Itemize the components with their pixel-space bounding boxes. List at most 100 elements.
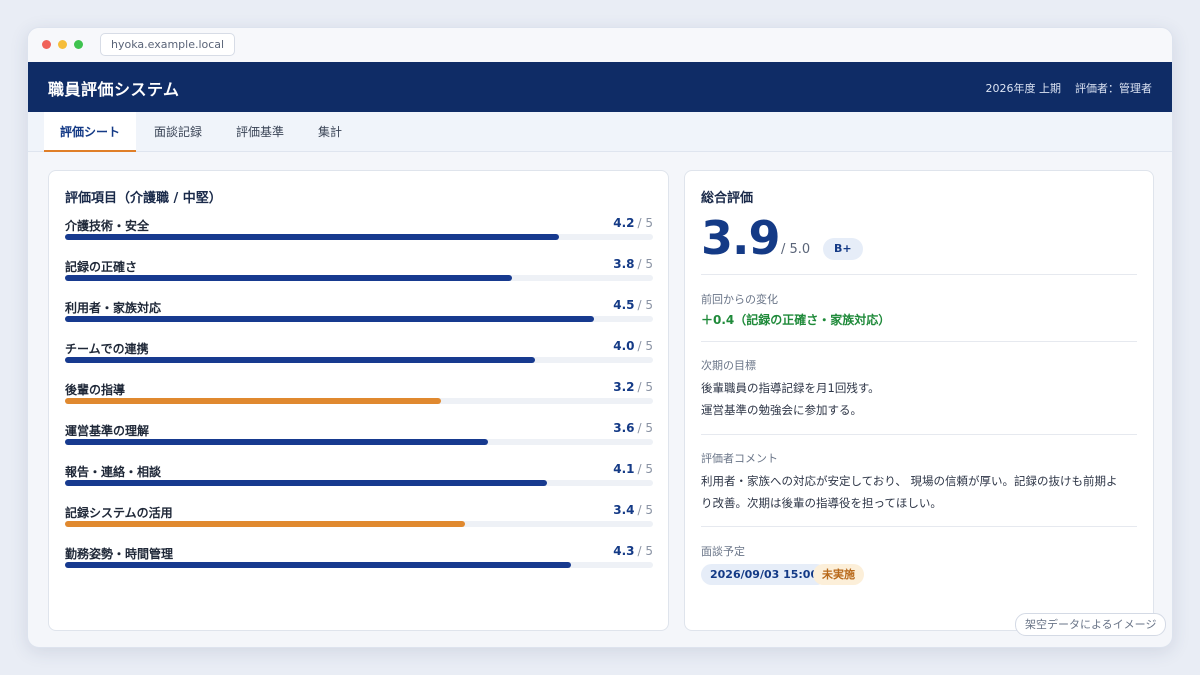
grade-badge: B+	[823, 238, 863, 260]
evaluation-item: 勤務姿勢・時間管理 4.3/ 5	[65, 544, 653, 575]
item-score-value: 3.6	[613, 421, 635, 435]
items-card-title: 評価項目（介護職 / 中堅）	[65, 191, 222, 206]
item-score: 3.6/ 5	[613, 421, 653, 435]
browser-chrome: hyoka.example.local	[28, 28, 1172, 62]
item-score: 4.5/ 5	[613, 298, 653, 312]
item-label: 後輩の指導	[65, 383, 126, 397]
overall-score: 3.9	[701, 211, 780, 265]
score-bar-track	[65, 275, 653, 281]
item-score: 3.2/ 5	[613, 380, 653, 394]
item-score-value: 4.0	[613, 339, 635, 353]
goal-line-1: 後輩職員の指導記録を月1回残す。	[701, 381, 880, 395]
comment-line-2: り改善。次期は後輩の指導役を担ってほしい。	[701, 496, 942, 510]
score-bar-fill	[65, 234, 559, 240]
comment-line-1: 利用者・家族への対応が安定しており、 現場の信頼が厚い。記録の抜けも前期よ	[701, 474, 1118, 488]
item-label: 記録の正確さ	[65, 260, 138, 274]
interview-status-badge: 未実施	[813, 564, 864, 585]
interview-date-chip: 2026/09/03 15:00	[701, 564, 828, 585]
score-bar-fill	[65, 562, 571, 568]
address-bar[interactable]: hyoka.example.local	[100, 33, 236, 56]
evaluation-items-card: 評価項目（介護職 / 中堅） 介護技術・安全 4.2/ 5 記録の正確さ 3.8/ 5…	[48, 170, 669, 631]
item-label: 記録システムの活用	[65, 506, 173, 520]
item-label: 報告・連絡・相談	[65, 465, 162, 479]
item-score-value: 3.4	[613, 503, 635, 517]
mock-data-watermark: 架空データによるイメージ	[1015, 613, 1167, 636]
item-score-value: 4.5	[613, 298, 635, 312]
item-score-max: / 5	[637, 298, 654, 312]
tab-bar: 評価シート 面談記録 評価基準 集計	[28, 112, 1172, 152]
evaluation-period: 2026年度 上期	[985, 82, 1062, 95]
divider	[701, 526, 1137, 527]
score-bar-fill	[65, 480, 548, 486]
tab-evaluation-sheet[interactable]: 評価シート	[44, 112, 137, 152]
evaluation-item: 後輩の指導 3.2/ 5	[65, 380, 653, 411]
score-bar-track	[65, 234, 653, 240]
evaluation-item: 記録システムの活用 3.4/ 5	[65, 503, 653, 534]
evaluation-item: 記録の正確さ 3.8/ 5	[65, 257, 653, 288]
score-bar-track	[65, 398, 653, 404]
evaluation-item: 利用者・家族対応 4.5/ 5	[65, 298, 653, 329]
item-score-max: / 5	[637, 462, 654, 476]
change-label: 前回からの変化	[701, 293, 778, 306]
item-score-max: / 5	[637, 216, 654, 230]
score-bar-fill	[65, 521, 465, 527]
item-label: チームでの連携	[65, 342, 149, 356]
change-value: ＋0.4（記録の正確さ・家族対応）	[701, 313, 891, 327]
score-bar-track	[65, 521, 653, 527]
score-bar-track	[65, 357, 653, 363]
item-label: 利用者・家族対応	[65, 301, 162, 315]
browser-window: hyoka.example.local 職員評価システム 2026年度 上期 評価…	[27, 27, 1173, 648]
overall-score-max: / 5.0	[781, 242, 811, 257]
comment-label: 評価者コメント	[701, 452, 778, 465]
item-score: 4.1/ 5	[613, 462, 653, 476]
tab-summary[interactable]: 集計	[302, 112, 358, 152]
evaluation-item: 介護技術・安全 4.2/ 5	[65, 216, 653, 247]
item-score: 3.8/ 5	[613, 257, 653, 271]
score-bar-track	[65, 439, 653, 445]
divider	[701, 341, 1137, 342]
overall-title: 総合評価	[701, 191, 754, 206]
item-score-value: 3.2	[613, 380, 635, 394]
item-label: 介護技術・安全	[65, 219, 150, 233]
item-label: 勤務姿勢・時間管理	[65, 547, 174, 561]
item-score: 4.2/ 5	[613, 216, 653, 230]
minimize-window-icon[interactable]	[58, 40, 67, 49]
item-score-max: / 5	[637, 421, 654, 435]
score-bar-fill	[65, 439, 489, 445]
score-bar-fill	[65, 357, 536, 363]
item-label: 運営基準の理解	[65, 424, 150, 438]
item-score: 3.4/ 5	[613, 503, 653, 517]
evaluation-item: 報告・連絡・相談 4.1/ 5	[65, 462, 653, 493]
score-bar-fill	[65, 275, 512, 281]
score-bar-fill	[65, 316, 595, 322]
maximize-window-icon[interactable]	[74, 40, 83, 49]
item-score-max: / 5	[637, 380, 654, 394]
score-bar-track	[65, 480, 653, 486]
item-score-max: / 5	[637, 544, 654, 558]
divider	[701, 274, 1137, 275]
score-bar-track	[65, 562, 653, 568]
evaluation-item: 運営基準の理解 3.6/ 5	[65, 421, 653, 452]
overall-evaluation-card: 総合評価 3.9 / 5.0 B+ 前回からの変化 ＋0.4（記録の正確さ・家族…	[684, 170, 1154, 631]
item-score-value: 4.2	[613, 216, 635, 230]
item-score-max: / 5	[637, 503, 654, 517]
item-score-max: / 5	[637, 257, 654, 271]
app-title: 職員評価システム	[48, 80, 180, 99]
evaluator-label: 評価者：管理者	[1075, 82, 1152, 95]
item-score: 4.0/ 5	[613, 339, 653, 353]
score-bar-track	[65, 316, 653, 322]
interview-label: 面談予定	[701, 545, 745, 558]
divider	[701, 434, 1137, 435]
item-score-value: 4.1	[613, 462, 635, 476]
header-meta: 2026年度 上期 評価者：管理者	[986, 80, 1153, 96]
close-window-icon[interactable]	[42, 40, 51, 49]
app-header: 職員評価システム 2026年度 上期 評価者：管理者	[28, 62, 1172, 112]
item-score-value: 3.8	[613, 257, 635, 271]
item-score-max: / 5	[637, 339, 654, 353]
score-bar-fill	[65, 398, 442, 404]
goal-line-2: 運営基準の勉強会に参加する。	[701, 403, 862, 417]
evaluation-item: チームでの連携 4.0/ 5	[65, 339, 653, 370]
tab-interview-records[interactable]: 面談記録	[138, 112, 218, 152]
tab-evaluation-criteria[interactable]: 評価基準	[220, 112, 300, 152]
item-score: 4.3/ 5	[613, 544, 653, 558]
